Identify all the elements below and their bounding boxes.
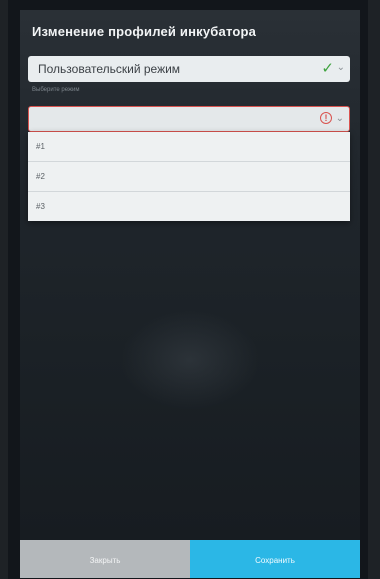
profile-select[interactable]: ! ⌄ [28, 106, 350, 132]
save-button[interactable]: Сохранить [190, 540, 360, 578]
close-button[interactable]: Закрыть [20, 540, 190, 578]
screen-glare [120, 310, 260, 410]
incubator-profile-dialog: Изменение профилей инкубатора Пользовате… [20, 10, 360, 578]
mode-select[interactable]: Пользовательский режим ✓ ⌄ [28, 56, 350, 82]
chevron-down-icon: ⌄ [336, 62, 345, 73]
error-icon: ! [320, 112, 332, 124]
profile-dropdown-menu: #1 #2 #3 [28, 132, 350, 221]
dropdown-option[interactable]: #1 [28, 132, 350, 162]
mode-select-hint: Выберите режим [32, 87, 80, 93]
mode-select-value: Пользовательский режим [38, 62, 181, 76]
dropdown-option[interactable]: #3 [28, 192, 350, 221]
check-icon: ✓ [321, 60, 334, 77]
dialog-title: Изменение профилей инкубатора [32, 24, 257, 39]
dropdown-option[interactable]: #2 [28, 162, 350, 192]
chevron-down-icon: ⌄ [335, 113, 344, 124]
